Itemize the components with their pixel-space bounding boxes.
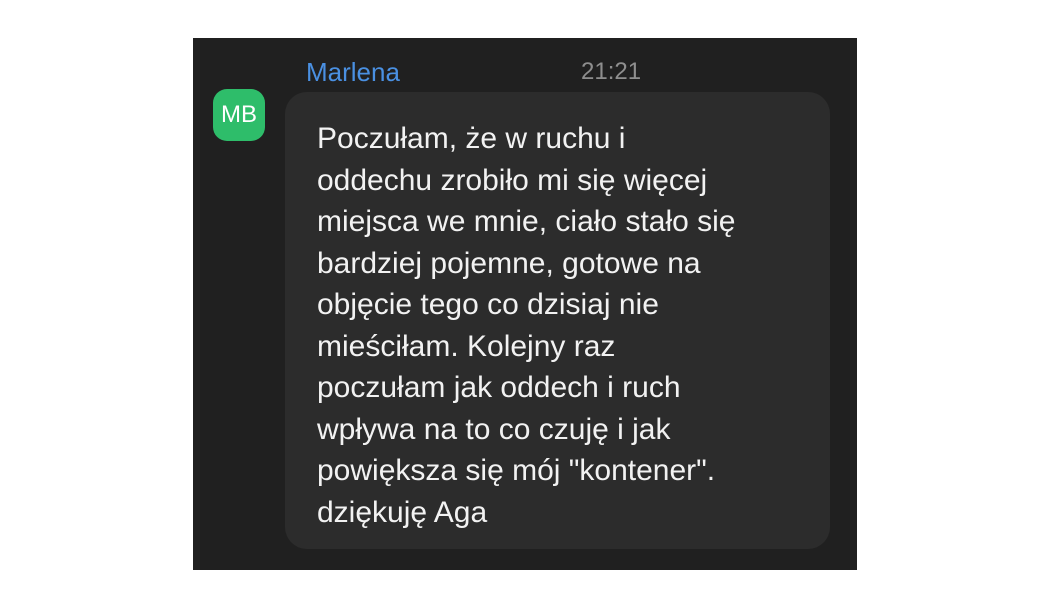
message-line: wpływa na to co czuję i jak — [317, 412, 671, 446]
message-line: powiększa się mój "kontener". — [317, 454, 716, 487]
message-line: Poczułam, że w ruchu i — [317, 122, 626, 155]
message-line: objęcie tego co dzisiaj nie — [317, 288, 659, 321]
message-line: mieściłam. Kolejny raz — [317, 329, 616, 363]
message-line: bardziej pojemne, gotowe na — [317, 246, 701, 280]
message-line: oddechu zrobiło mi się więcej — [317, 163, 708, 197]
sender-name[interactable]: Marlena — [306, 56, 400, 88]
message-line: miejsca we mnie, ciało stało się — [317, 205, 736, 238]
message-bubble[interactable]: Poczułam, że w ruchu i oddechu zrobiło m… — [285, 92, 830, 549]
chat-panel: Marlena 21:21 MB Poczułam, że w ruchu i … — [193, 38, 857, 570]
avatar[interactable]: MB — [213, 89, 265, 141]
message-timestamp: 21:21 — [581, 58, 642, 85]
message-line: dziękuję Aga — [317, 495, 488, 529]
message-line: poczułam jak oddech i ruch — [317, 371, 681, 404]
message-text: Poczułam, że w ruchu i oddechu zrobiło m… — [317, 118, 817, 533]
